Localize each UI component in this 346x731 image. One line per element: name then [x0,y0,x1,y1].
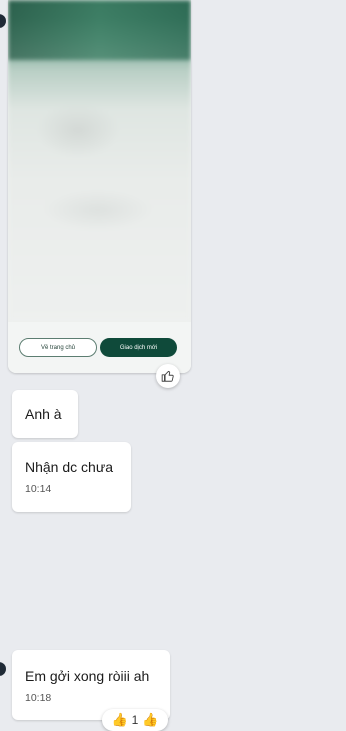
message-bubble[interactable]: Anh à [12,390,78,438]
message-time: 10:14 [25,483,52,495]
image-message-card[interactable]: Về trang chủ Giao dịch mới [8,0,191,373]
message-bubble[interactable]: Nhận dc chưa 10:14 [12,442,131,512]
message-text: Anh à [25,406,62,422]
thumbs-up-icon [161,370,174,382]
message-text: Em gởi xong ròiii ah [25,668,150,684]
message-text: Nhận dc chưa [25,459,113,475]
avatar-bottom[interactable] [0,662,6,676]
react-like-button[interactable] [156,364,180,388]
thumbs-up-emoji-icon: 👍 [111,712,128,727]
blurred-screenshot-image[interactable] [8,0,191,322]
avatar-top[interactable] [0,14,6,28]
message-time: 10:18 [25,692,52,704]
home-button[interactable]: Về trang chủ [19,338,97,357]
thumbs-up-emoji-icon: 👍 [142,712,159,727]
reaction-summary[interactable]: 👍 1 👍 [102,709,168,731]
new-transaction-button[interactable]: Giao dịch mới [100,338,177,357]
